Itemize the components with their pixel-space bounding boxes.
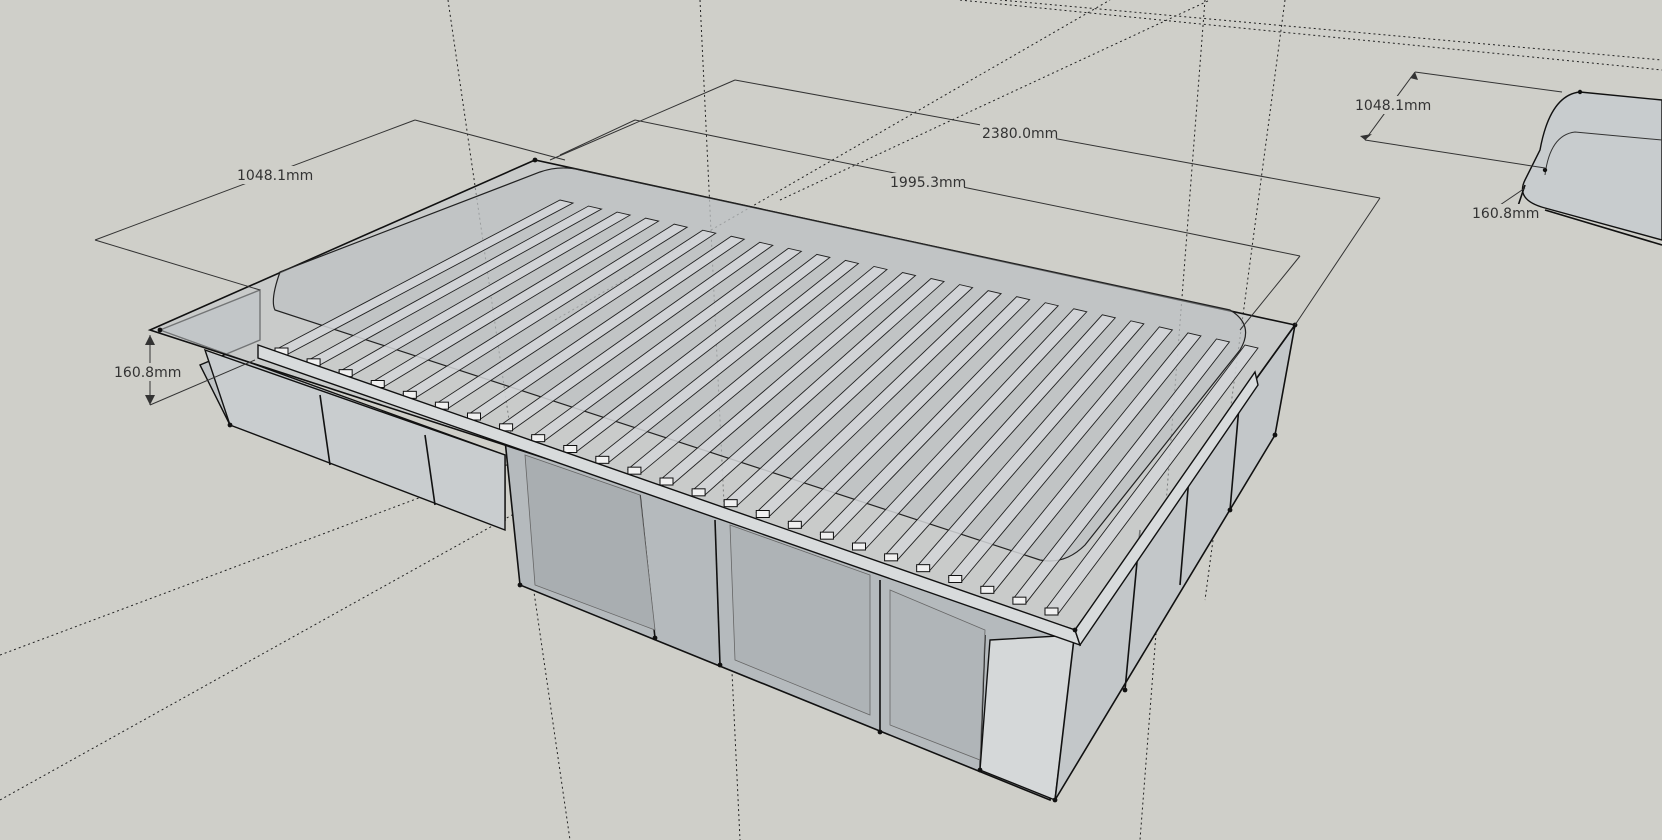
- dim-label-inner-length: 1995.3mm: [890, 175, 966, 191]
- slat-end-cap: [627, 466, 642, 475]
- dim-label-left-height: 160.8mm: [114, 365, 181, 381]
- secondary-model-top: [1521, 91, 1662, 241]
- slat-end-cap: [563, 445, 578, 453]
- slat-end-cap: [787, 520, 802, 529]
- bed-frame-model[interactable]: [147, 157, 1298, 803]
- slat-end-cap: [659, 477, 674, 486]
- slat-end-cap: [723, 499, 738, 508]
- slat-end-cap: [980, 585, 995, 594]
- slat-end-cap: [884, 553, 899, 562]
- slat-end-cap: [852, 542, 866, 551]
- dim-label-right-width: 1048.1mm: [1355, 98, 1431, 114]
- slat-end-cap: [1044, 607, 1059, 616]
- 3d-modeling-viewport[interactable]: 1048.1mm 160.8mm 2380.0mm 1995.3mm 1048.…: [0, 0, 1662, 840]
- slat-end-cap: [916, 564, 931, 573]
- slat-end-cap: [948, 575, 963, 583]
- slat-end-cap: [595, 455, 610, 464]
- dim-label-overall-length: 2380.0mm: [982, 126, 1058, 142]
- dim-label-left-width: 1048.1mm: [237, 168, 313, 184]
- slat-end-cap: [819, 531, 834, 540]
- dim-label-right-height: 160.8mm: [1472, 206, 1539, 222]
- slat-end-cap: [1012, 596, 1027, 605]
- slat-end-cap: [691, 488, 706, 497]
- slat-end-cap: [755, 510, 770, 518]
